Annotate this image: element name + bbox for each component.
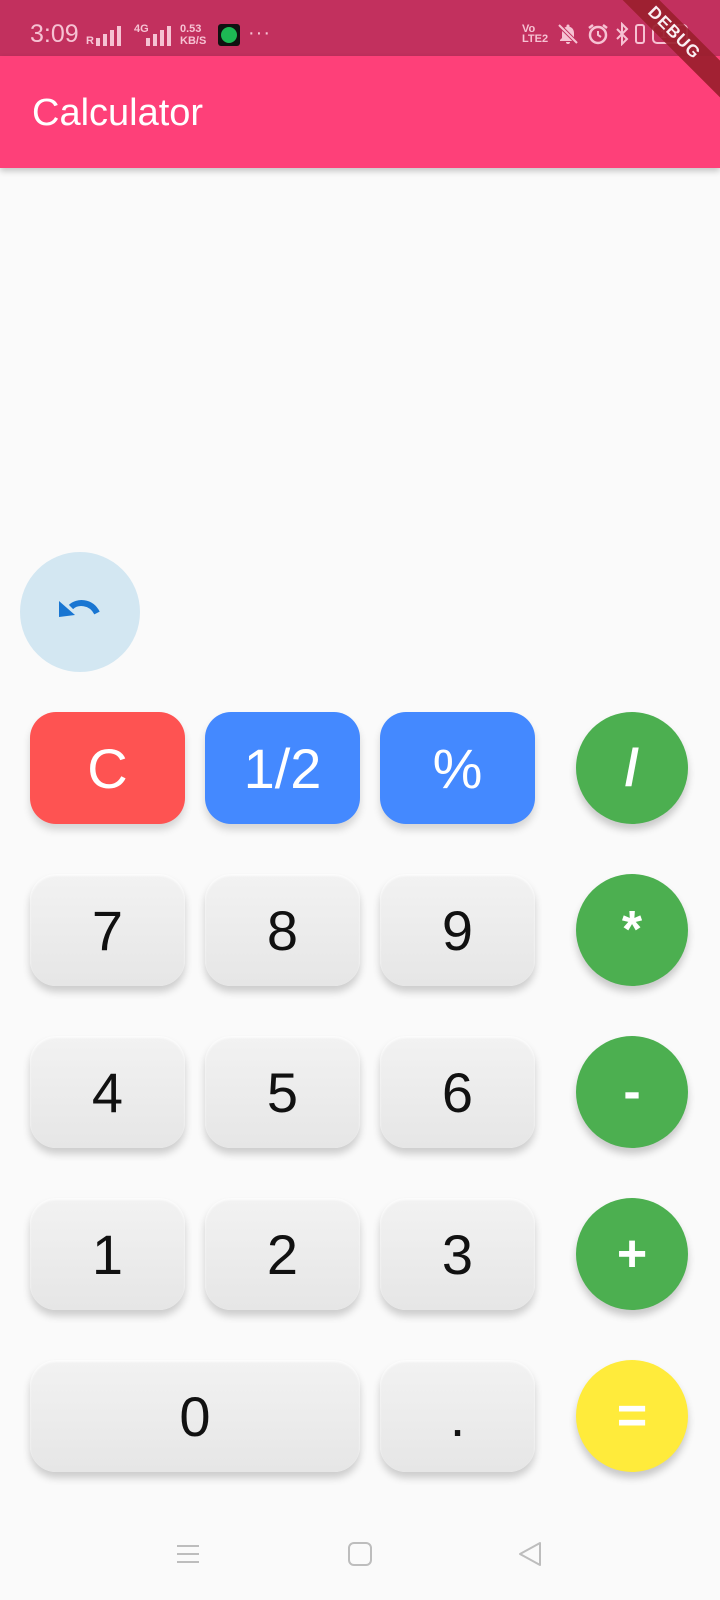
signal-icon-2 bbox=[146, 22, 171, 46]
volte-indicator: Vo LTE2 bbox=[522, 23, 549, 45]
status-time: 3:09 bbox=[30, 20, 79, 48]
four-button[interactable]: 4 bbox=[30, 1036, 185, 1148]
multiply-button[interactable]: * bbox=[576, 874, 688, 986]
navigation-bar bbox=[0, 1520, 720, 1600]
back-icon[interactable] bbox=[516, 1540, 544, 1568]
vibrate-icon bbox=[635, 24, 645, 44]
app-title: Calculator bbox=[32, 92, 204, 134]
one-button[interactable]: 1 bbox=[30, 1198, 185, 1310]
home-icon[interactable] bbox=[346, 1540, 374, 1568]
percent-button[interactable]: % bbox=[380, 712, 535, 824]
half-button[interactable]: 1/2 bbox=[205, 712, 360, 824]
roaming-indicator: R bbox=[86, 35, 94, 47]
calculator-display bbox=[0, 168, 720, 538]
dot-button[interactable]: . bbox=[380, 1360, 535, 1472]
mute-icon bbox=[557, 23, 579, 45]
menu-icon[interactable] bbox=[174, 1540, 202, 1568]
three-button[interactable]: 3 bbox=[380, 1198, 535, 1310]
app-bar: Calculator bbox=[0, 56, 720, 168]
status-bar: 3:09 R 4G 0.53 KB/S ··· Vo LTE2 100 bbox=[0, 0, 720, 56]
minus-button[interactable]: - bbox=[576, 1036, 688, 1148]
five-button[interactable]: 5 bbox=[205, 1036, 360, 1148]
more-notifications: ··· bbox=[248, 22, 271, 44]
six-button[interactable]: 6 bbox=[380, 1036, 535, 1148]
nine-button[interactable]: 9 bbox=[380, 874, 535, 986]
signal-icon bbox=[96, 22, 121, 46]
two-button[interactable]: 2 bbox=[205, 1198, 360, 1310]
bluetooth-icon bbox=[616, 22, 629, 46]
clear-button[interactable]: C bbox=[30, 712, 185, 824]
zero-button[interactable]: 0 bbox=[30, 1360, 360, 1472]
plus-button[interactable]: + bbox=[576, 1198, 688, 1310]
spotify-icon bbox=[218, 24, 240, 46]
equals-button[interactable]: = bbox=[576, 1360, 688, 1472]
divide-button[interactable]: / bbox=[576, 712, 688, 824]
seven-button[interactable]: 7 bbox=[30, 874, 185, 986]
undo-icon bbox=[59, 600, 100, 617]
alarm-icon bbox=[588, 24, 608, 45]
eight-button[interactable]: 8 bbox=[205, 874, 360, 986]
data-speed-value: 0.53 bbox=[180, 23, 202, 35]
data-speed-unit: KB/S bbox=[180, 35, 207, 47]
undo-button[interactable] bbox=[20, 552, 140, 672]
